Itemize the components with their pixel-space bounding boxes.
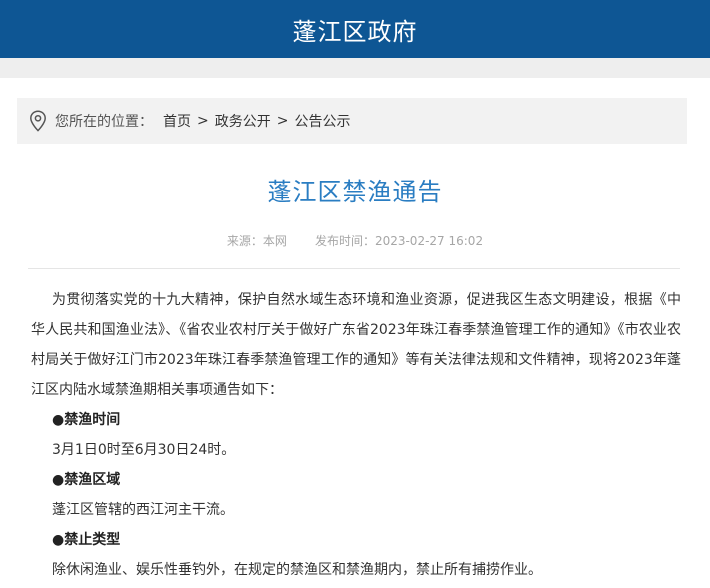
breadcrumb-prefix: 您所在的位置： [55,114,153,130]
header-divider-strip [0,58,710,78]
breadcrumb-separator: > [276,113,289,129]
section-heading-type: ●禁止类型 [52,532,121,548]
section-heading-time: ●禁渔时间 [52,412,121,428]
breadcrumb-home[interactable]: 首页 [163,111,191,131]
article-intro: 为贯彻落实党的十九大精神，保护自然水域生态环境和渔业资源，促进我区生态文明建设，… [31,292,681,398]
section-heading-area: ●禁渔区域 [52,472,121,488]
breadcrumb-gov-affairs[interactable]: 政务公开 [215,111,271,131]
meta-divider [28,268,680,269]
article-publish-time: 发布时间：2023-02-27 16:02 [314,234,484,248]
site-header: 蓬江区政府 [0,0,710,58]
breadcrumb: 您所在的位置： 首页 > 政务公开 > 公告公示 [17,98,687,144]
breadcrumb-announcements[interactable]: 公告公示 [294,111,350,131]
site-title[interactable]: 蓬江区政府 [293,12,418,47]
section-text-type: 除休闲渔业、娱乐性垂钓外，在规定的禁渔区和禁渔期内，禁止所有捕捞作业。 [52,562,542,578]
article-source: 来源：本网 [226,234,287,248]
breadcrumb-separator: > [197,113,209,129]
section-text-area: 蓬江区管辖的西江河主干流。 [52,502,234,518]
article-body: 为贯彻落实党的十九大精神，保护自然水域生态环境和渔业资源，促进我区生态文明建设，… [31,285,681,585]
section-text-time: 3月1日0时至6月30日24时。 [52,442,236,458]
article-title: 蓬江区禁渔通告 [267,178,443,206]
location-pin-icon [29,110,47,132]
article-meta: 来源：本网 发布时间：2023-02-27 16:02 [0,232,710,249]
